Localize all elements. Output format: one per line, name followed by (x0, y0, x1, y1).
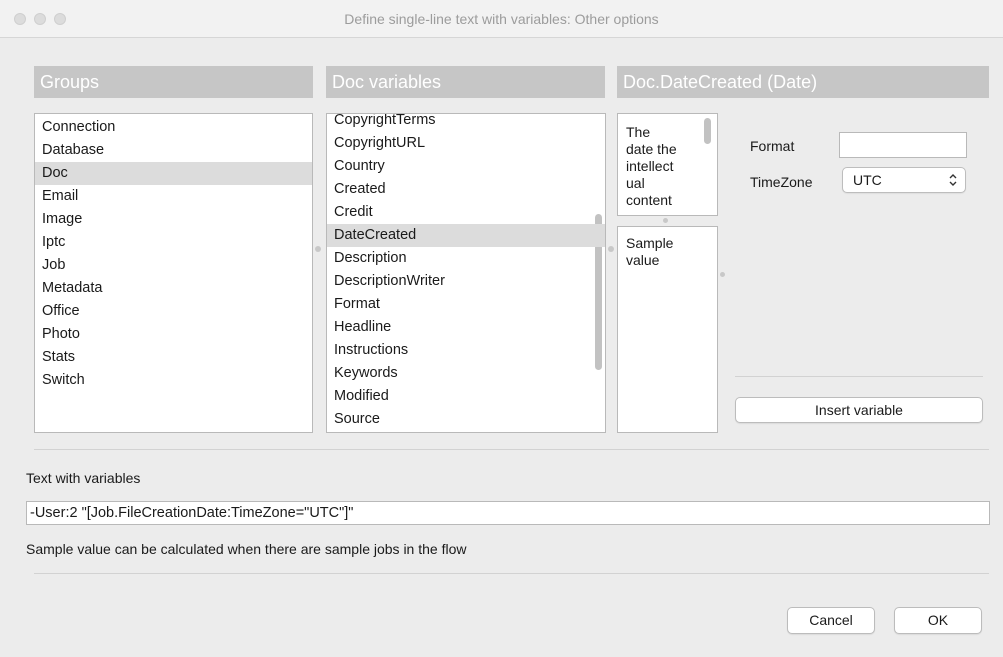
divider (34, 573, 989, 574)
text-with-variables-input[interactable]: -User:2 "[Job.FileCreationDate:TimeZone=… (26, 501, 990, 525)
splitter-handle[interactable] (315, 246, 321, 252)
list-item-email[interactable]: Email (35, 185, 312, 208)
list-item-credit[interactable]: Credit (327, 201, 605, 224)
detail-header: Doc.DateCreated (Date) (617, 66, 989, 98)
list-item-iptc[interactable]: Iptc (35, 231, 312, 254)
timezone-value: UTC (853, 172, 882, 188)
list-item-instructions[interactable]: Instructions (327, 339, 605, 362)
list-item-format[interactable]: Format (327, 293, 605, 316)
timezone-label: TimeZone (750, 174, 813, 190)
list-item-office[interactable]: Office (35, 300, 312, 323)
list-item-headline[interactable]: Headline (327, 316, 605, 339)
description-text: The date the intellect ual content (626, 124, 677, 208)
list-item-doc[interactable]: Doc (35, 162, 312, 185)
groups-header: Groups (34, 66, 313, 98)
list-item-datecreated[interactable]: DateCreated (327, 224, 605, 247)
list-item-switch[interactable]: Switch (35, 369, 312, 392)
description-box[interactable]: The date the intellect ual content (617, 113, 718, 216)
splitter-handle[interactable] (608, 246, 614, 252)
list-item-connection[interactable]: Connection (35, 116, 312, 139)
list-item-source[interactable]: Source (327, 408, 605, 431)
format-label: Format (750, 138, 795, 154)
splitter-handle[interactable] (663, 218, 668, 223)
window-title: Define single-line text with variables: … (344, 11, 659, 27)
timezone-select[interactable]: UTC (842, 167, 966, 193)
title-bar: Define single-line text with variables: … (0, 0, 1003, 38)
variables-header: Doc variables (326, 66, 605, 98)
description-scrollbar[interactable] (704, 118, 711, 144)
list-item-stats[interactable]: Stats (35, 346, 312, 369)
list-item-photo[interactable]: Photo (35, 323, 312, 346)
divider (34, 449, 989, 450)
sample-value-text: Sample value (626, 235, 674, 268)
list-item-descriptionwriter[interactable]: DescriptionWriter (327, 270, 605, 293)
list-item-modified[interactable]: Modified (327, 385, 605, 408)
list-item-database[interactable]: Database (35, 139, 312, 162)
list-item-image[interactable]: Image (35, 208, 312, 231)
format-input[interactable] (839, 132, 967, 158)
variables-list[interactable]: CopyrightTerms CopyrightURL Country Created… (326, 113, 606, 433)
splitter-handle[interactable] (720, 272, 725, 277)
list-item-created[interactable]: Created (327, 178, 605, 201)
ok-button[interactable]: OK (894, 607, 982, 634)
text-with-variables-label: Text with variables (26, 470, 141, 486)
sample-hint-text: Sample value can be calculated when ther… (26, 541, 467, 557)
list-item-country[interactable]: Country (327, 155, 605, 178)
list-item-keywords[interactable]: Keywords (327, 362, 605, 385)
updown-chevron-icon (949, 174, 957, 186)
cancel-button[interactable]: Cancel (787, 607, 875, 634)
list-item-copyrightterms[interactable]: CopyrightTerms (327, 114, 605, 132)
list-item-job[interactable]: Job (35, 254, 312, 277)
divider (735, 376, 983, 377)
list-item-metadata[interactable]: Metadata (35, 277, 312, 300)
sample-value-box[interactable]: Sample value (617, 226, 718, 433)
list-item-copyrighturl[interactable]: CopyrightURL (327, 132, 605, 155)
list-item-description[interactable]: Description (327, 247, 605, 270)
groups-list[interactable]: Connection Database Doc Email Image Iptc Job Me… (34, 113, 313, 433)
insert-variable-button[interactable]: Insert variable (735, 397, 983, 423)
